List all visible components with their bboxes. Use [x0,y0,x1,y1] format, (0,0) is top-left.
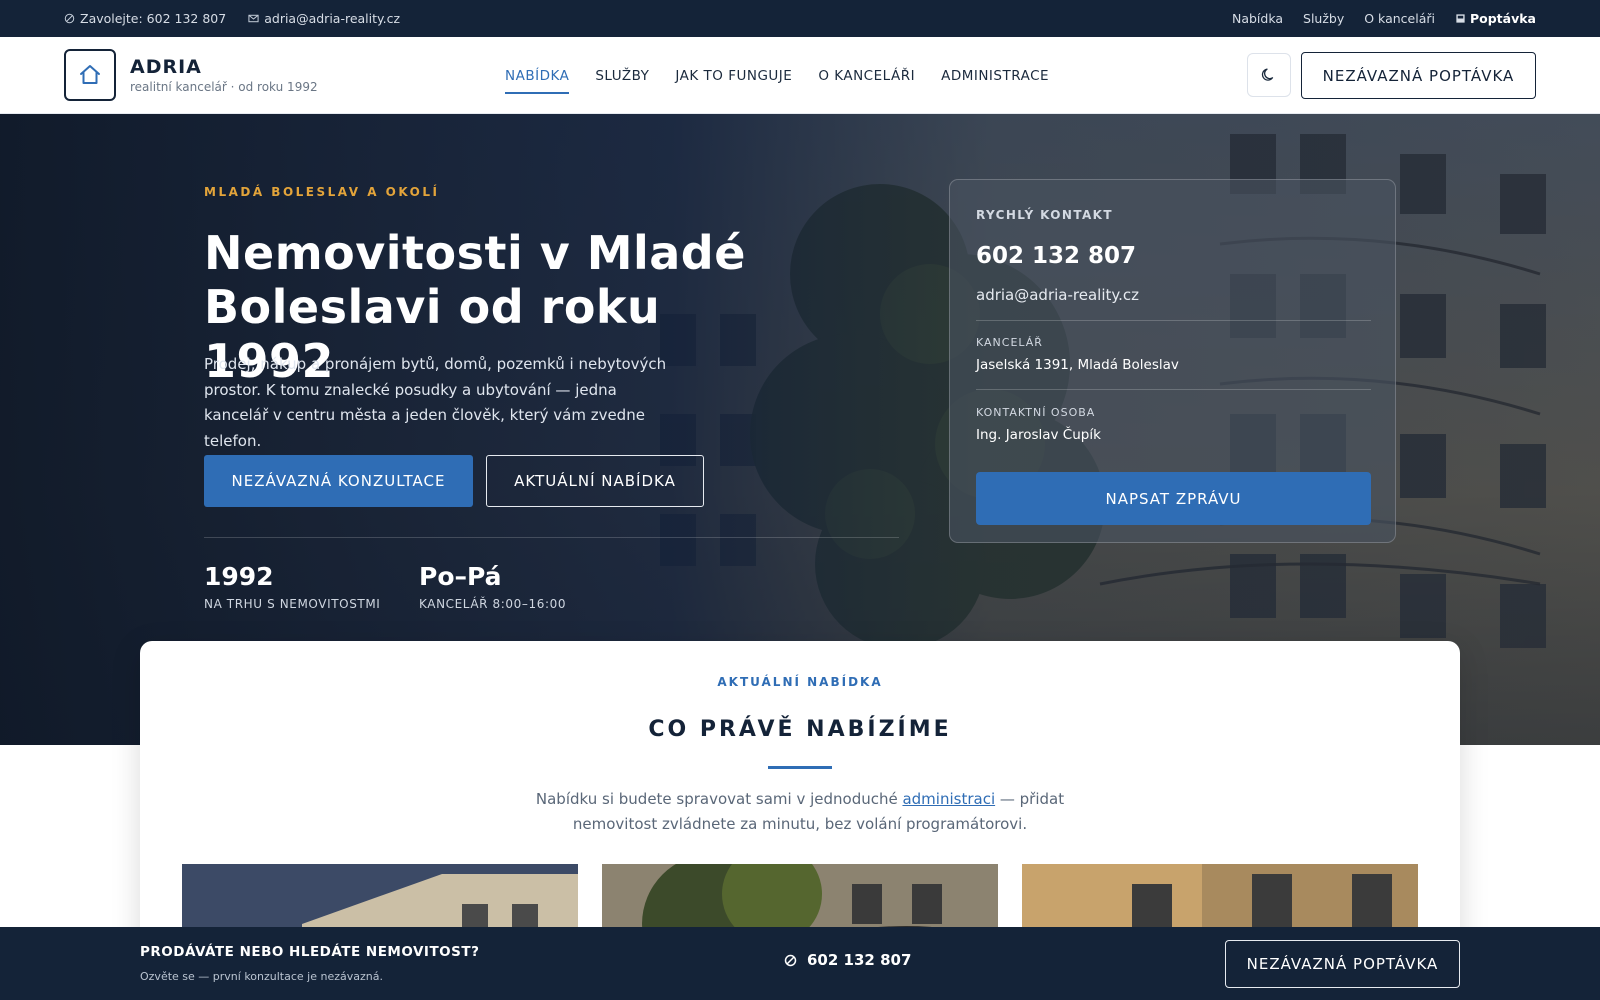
top-link-nabidka[interactable]: Nabídka [1232,11,1283,26]
phone-icon [64,13,75,24]
inbox-icon [1456,14,1465,23]
phone-icon [784,954,797,966]
theme-toggle-button[interactable] [1247,53,1291,97]
contact-person-label: KONTAKTNÍ OSOBA [976,406,1096,419]
card-divider [976,389,1371,390]
top-email[interactable]: adria@adria-reality.cz [248,11,400,26]
nav-item-jak-to-funguje[interactable]: JAK TO FUNGUJE [675,62,792,90]
brand-logo-link[interactable]: ADRIA realitní kancelář · od roku 1992 [64,49,318,101]
house-icon [80,65,100,84]
stat-hours-label: KANCELÁŘ 8:00–16:00 [419,597,567,611]
main-nav: NABÍDKA SLUŽBY JAK TO FUNGUJE O KANCELÁŘ… [505,37,1049,114]
consultation-button[interactable]: NEZÁVAZNÁ KONZULTACE [204,455,473,507]
main-header: ADRIA realitní kancelář · od roku 1992 N… [0,37,1600,114]
nav-item-administrace[interactable]: ADMINISTRACE [941,62,1049,90]
quick-contact-card: RYCHLÝ KONTAKT 602 132 807 adria@adria-r… [949,179,1396,543]
stat-hours: Po–Pá KANCELÁŘ 8:00–16:00 [419,562,566,611]
offer-description: Nabídku si budete spravovat sami v jedno… [500,787,1100,837]
top-link-sluzby[interactable]: Služby [1303,11,1344,26]
sticky-phone-link[interactable]: 602 132 807 [784,951,911,969]
stat-year: 1992 NA TRHU S NEMOVITOSTMI [204,562,380,611]
hero-description: Prodej, nákup a pronájem bytů, domů, poz… [204,355,667,450]
sticky-subtitle: Ozvěte se — první konzultace je nezávazn… [140,970,383,983]
sticky-inquiry-button[interactable]: NEZÁVAZNÁ POPTÁVKA [1225,940,1460,988]
office-address: Jaselská 1391, Mladá Boleslav [976,357,1179,373]
contact-person-name: Ing. Jaroslav Čupík [976,427,1101,443]
quick-contact-email[interactable]: adria@adria-reality.cz [976,286,1139,304]
top-email-text: adria@adria-reality.cz [264,11,401,26]
offer-title: CO PRÁVĚ NABÍZÍME [648,717,952,742]
offer-eyebrow: AKTUÁLNÍ NABÍDKA [717,675,883,689]
top-link-poptavka-label: Poptávka [1469,11,1536,26]
brand-tagline: realitní kancelář · od roku 1992 [130,80,318,94]
nav-item-o-kancelari[interactable]: O KANCELÁŘI [818,62,915,90]
quick-contact-phone[interactable]: 602 132 807 [976,243,1136,269]
card-divider [976,320,1371,321]
top-info-bar: Zavolejte: 602 132 807 adria@adria-reali… [0,0,1600,37]
quick-contact-title: RYCHLÝ KONTAKT [976,208,1113,222]
brand-name: ADRIA [130,56,202,78]
stat-year-label: NA TRHU S NEMOVITOSTMI [204,597,381,611]
top-phone-text: Zavolejte: 602 132 807 [80,11,227,26]
sticky-title: PRODÁVÁTE NEBO HLEDÁTE NEMOVITOST? [140,944,480,960]
header-inquiry-button[interactable]: NEZÁVAZNÁ POPTÁVKA [1301,52,1536,99]
hero-eyebrow: MLADÁ BOLESLAV A OKOLÍ [204,185,440,199]
moon-icon [1261,68,1274,81]
stat-hours-value: Po–Pá [419,562,502,591]
nav-item-sluzby[interactable]: SLUŽBY [595,62,649,90]
hero-divider [204,537,899,538]
office-label: KANCELÁŘ [976,336,1043,349]
sticky-phone-number: 602 132 807 [807,951,912,969]
top-phone[interactable]: Zavolejte: 602 132 807 [64,11,226,26]
stat-year-value: 1992 [204,562,274,591]
title-underline [768,766,832,769]
sticky-cta-bar: PRODÁVÁTE NEBO HLEDÁTE NEMOVITOST? Ozvět… [0,927,1600,1000]
offer-text-before: Nabídku si budete spravovat sami v jedno… [535,790,903,808]
write-message-button[interactable]: NAPSAT ZPRÁVU [976,472,1371,525]
nav-item-nabidka[interactable]: NABÍDKA [505,62,570,94]
logo-box [64,49,116,101]
top-link-o-kancelari[interactable]: O kanceláři [1364,11,1435,26]
current-offer-button[interactable]: AKTUÁLNÍ NABÍDKA [486,455,704,507]
mail-icon [248,14,259,23]
admin-link[interactable]: administraci [902,790,995,808]
top-link-poptavka[interactable]: Poptávka [1455,11,1536,26]
